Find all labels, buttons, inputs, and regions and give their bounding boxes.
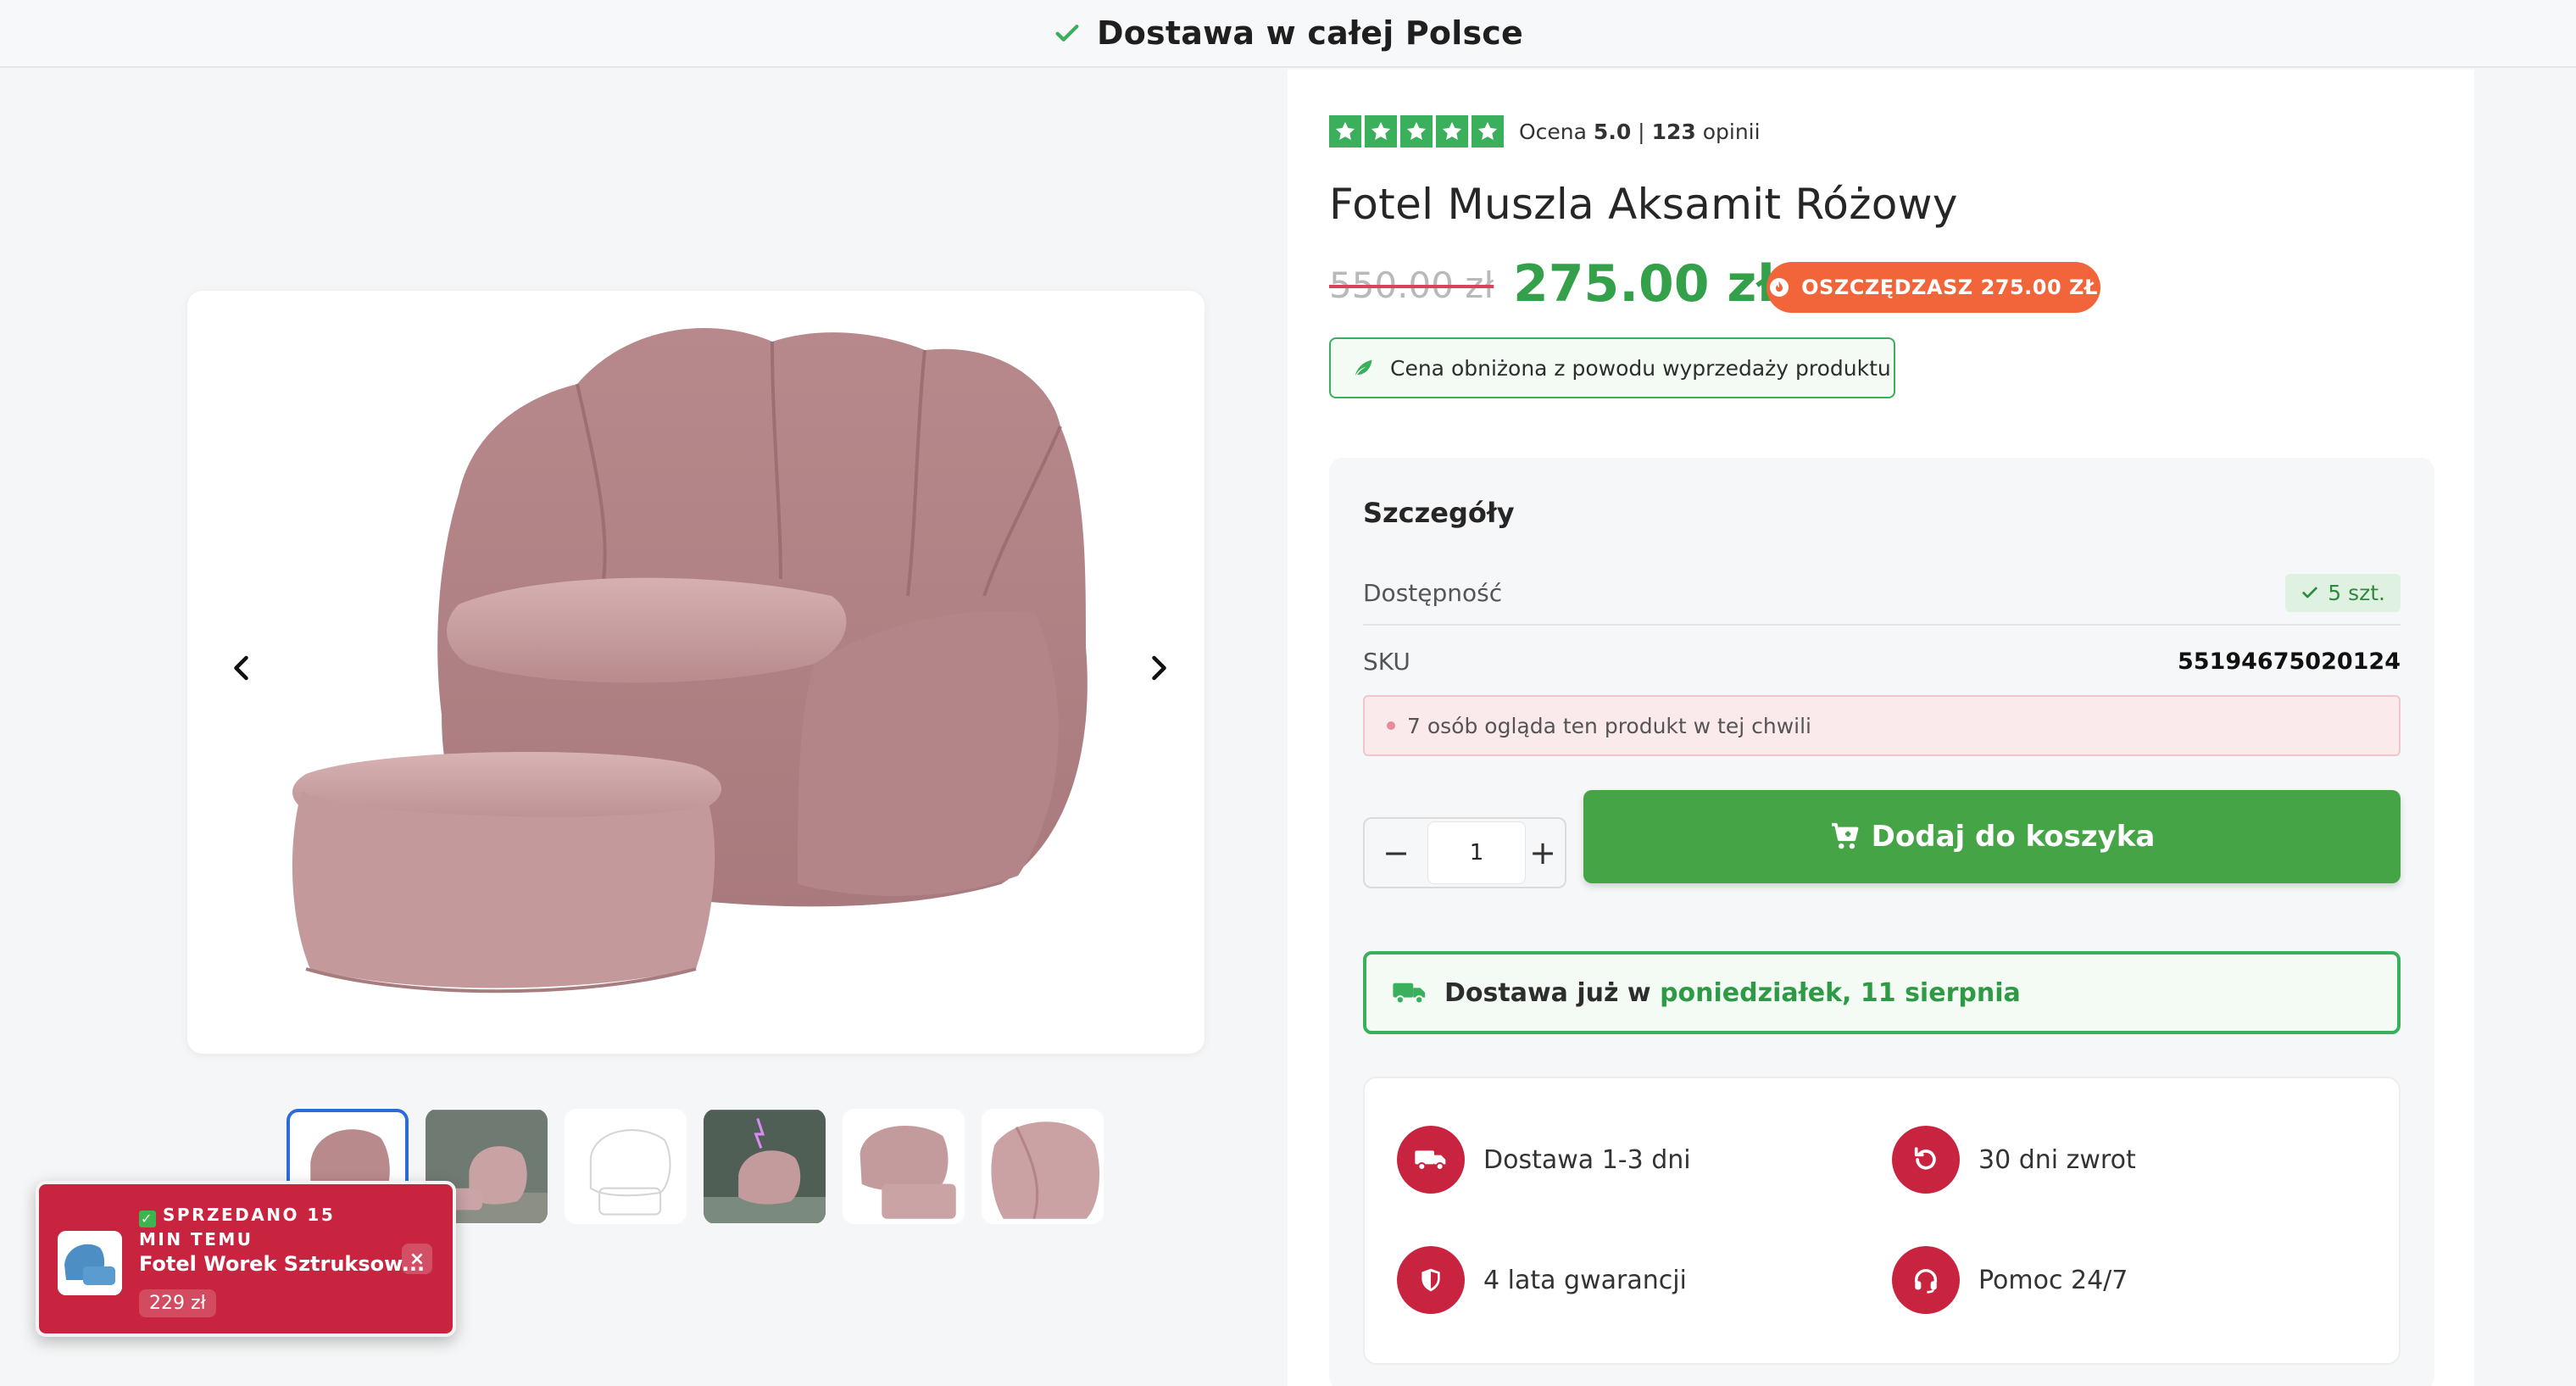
availability-value: 5 szt. <box>2328 580 2385 605</box>
rating-separator: | <box>1638 119 1645 144</box>
truck-icon <box>1393 982 1426 1005</box>
add-to-cart-label: Dodaj do koszyka <box>1871 820 2156 854</box>
gallery-prev-button[interactable] <box>213 638 272 698</box>
review-count: 123 <box>1651 119 1696 144</box>
rating-summary[interactable]: Ocena 5.0 | 123 opinii <box>1329 115 1761 148</box>
popup-close-button[interactable]: × <box>402 1244 432 1274</box>
check-icon <box>1055 25 1079 42</box>
viewers-text: 7 osób ogląda ten produkt w tej chwili <box>1407 713 1812 738</box>
price-reduced-note: Cena obniżona z powodu wyprzedaży produk… <box>1329 337 1895 398</box>
delivery-estimate: Dostawa już w poniedziałek, 11 sierpnia <box>1363 951 2401 1034</box>
quantity-increase-button[interactable]: + <box>1526 819 1560 887</box>
delivery-prefix: Dostawa już w <box>1444 977 1651 1008</box>
sku-label: SKU <box>1363 647 1410 676</box>
star-icon <box>1400 115 1433 148</box>
delivery-text: Dostawa już w poniedziałek, 11 sierpnia <box>1444 978 2021 1008</box>
pulse-dot-icon <box>1387 721 1395 730</box>
popup-product-name[interactable]: Fotel Worek Sztruksow... <box>139 1252 425 1276</box>
thumbnail-5[interactable] <box>843 1109 965 1224</box>
delivery-date: poniedziałek, 11 sierpnia <box>1660 977 2021 1008</box>
thumbnail-4[interactable] <box>704 1109 826 1224</box>
quantity-input[interactable]: 1 <box>1427 821 1526 884</box>
product-main-image[interactable] <box>187 291 1205 1054</box>
star-icon <box>1436 115 1468 148</box>
cart-icon <box>1831 822 1859 849</box>
details-title: Szczegóły <box>1363 497 1515 529</box>
popup-product-image <box>58 1231 122 1295</box>
availability-label: Dostępność <box>1363 578 1503 607</box>
gallery-next-button[interactable] <box>1128 638 1188 698</box>
current-price: 275.00 zł <box>1513 254 1776 314</box>
fire-icon <box>1770 278 1789 297</box>
feature-returns: 30 dni zwrot <box>1892 1126 2136 1194</box>
feature-support: Pomoc 24/7 <box>1892 1246 2128 1314</box>
star-icon <box>1329 115 1361 148</box>
leaf-icon <box>1355 359 1372 376</box>
feature-warranty: 4 lata gwarancji <box>1397 1246 1687 1314</box>
details-card: Szczegóły Dostępność 5 szt. SKU 55194675… <box>1329 458 2434 1386</box>
headset-icon <box>1892 1246 1960 1314</box>
add-to-cart-button[interactable]: Dodaj do koszyka <box>1583 790 2401 883</box>
thumbnail-3[interactable] <box>565 1109 687 1224</box>
feature-label: Pomoc 24/7 <box>1978 1265 2128 1295</box>
quantity-stepper: − 1 + <box>1363 817 1566 888</box>
product-photo <box>292 328 1088 994</box>
star-icon <box>1365 115 1397 148</box>
savings-badge: OSZCZĘDZASZ 275.00 ZŁ <box>1766 262 2100 313</box>
review-count-label: opinii <box>1702 119 1761 144</box>
shield-icon <box>1397 1246 1465 1314</box>
popup-product-price: 229 zł <box>139 1289 216 1317</box>
thumbnail-6[interactable] <box>982 1109 1104 1224</box>
chevron-left-icon <box>234 655 248 681</box>
savings-text: OSZCZĘDZASZ 275.00 ZŁ <box>1801 276 2098 299</box>
rating-text: Ocena 5.0 | 123 opinii <box>1519 120 1761 144</box>
return-icon <box>1892 1126 1960 1194</box>
check-icon <box>2302 587 2317 598</box>
recent-sale-popup[interactable]: ✓ SPRZEDANO 15 MIN TEMU Fotel Worek Sztru… <box>36 1181 456 1337</box>
quantity-decrease-button[interactable]: − <box>1365 819 1427 887</box>
product-title: Fotel Muszla Aksamit Różowy <box>1329 180 1958 229</box>
availability-badge: 5 szt. <box>2285 573 2401 612</box>
feature-delivery: Dostawa 1-3 dni <box>1397 1126 1691 1194</box>
chevron-right-icon <box>1152 655 1166 681</box>
price-reduced-text: Cena obniżona z powodu wyprzedaży produk… <box>1390 355 1891 381</box>
check-icon: ✓ <box>139 1211 156 1227</box>
sku-row: SKU 55194675020124 <box>1363 629 2401 693</box>
rating-stars <box>1329 115 1504 148</box>
viewers-notice: 7 osób ogląda ten produkt w tej chwili <box>1363 695 2401 756</box>
truck-icon <box>1397 1126 1465 1194</box>
feature-label: 30 dni zwrot <box>1978 1144 2136 1175</box>
rating-label: Ocena <box>1519 119 1587 144</box>
popup-badge: ✓ SPRZEDANO 15 MIN TEMU <box>139 1203 385 1251</box>
rating-score: 5.0 <box>1593 119 1632 144</box>
feature-label: 4 lata gwarancji <box>1483 1265 1687 1295</box>
popup-badge-text: SPRZEDANO 15 MIN TEMU <box>139 1205 336 1250</box>
old-price: 550.00 zł <box>1329 264 1494 306</box>
star-icon <box>1472 115 1504 148</box>
features-grid: Dostawa 1-3 dni 30 dni zwrot 4 lata gwar… <box>1363 1077 2401 1365</box>
banner-text: Dostawa w całej Polsce <box>1097 14 1523 52</box>
sku-value: 55194675020124 <box>2177 648 2401 675</box>
availability-row: Dostępność 5 szt. <box>1363 561 2401 626</box>
top-banner: Dostawa w całej Polsce <box>0 0 2576 68</box>
feature-label: Dostawa 1-3 dni <box>1483 1144 1691 1175</box>
